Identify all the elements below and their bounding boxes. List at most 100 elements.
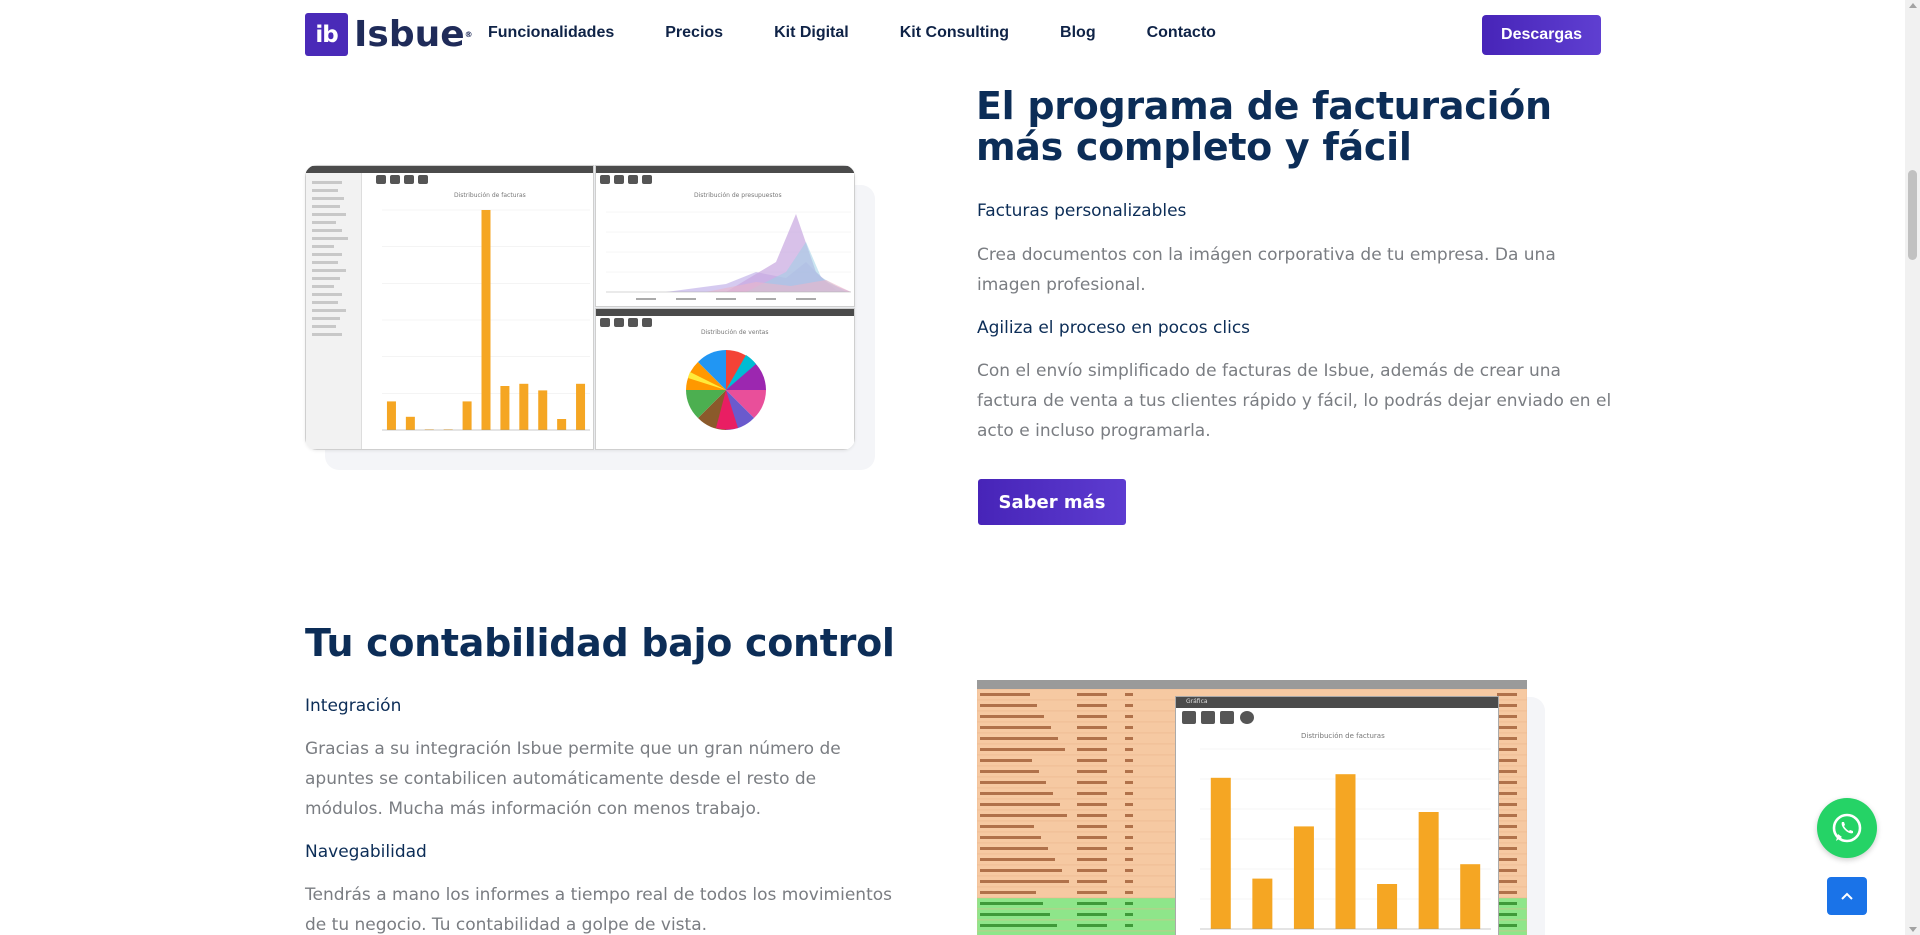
chart-bar (1210, 777, 1231, 929)
ledger-cell-text (1497, 748, 1517, 751)
scroll-thumb[interactable] (1908, 170, 1917, 260)
ledger-cell-text (1077, 814, 1107, 817)
ledger-cell-text (980, 902, 1043, 905)
ledger-cell-text (1125, 770, 1133, 773)
ledger-cell-text (1125, 803, 1133, 806)
ledger-cell-text (1497, 891, 1517, 894)
ledger-cell-text (980, 748, 1065, 751)
whatsapp-button[interactable] (1817, 798, 1877, 858)
ledger-cell-text (1497, 814, 1517, 817)
area-chart-title: Distribución de presupuestos (694, 192, 782, 199)
chart-bar (1293, 826, 1314, 929)
area-chart-window: Distribución de presupuestos (595, 165, 855, 307)
nav-link-precios[interactable]: Precios (665, 24, 723, 42)
arrow-up-icon (1841, 892, 1853, 900)
ledger-cell-text (980, 770, 1039, 773)
ledger-cell-text (1077, 726, 1107, 729)
ledger-cell-text (1077, 924, 1107, 927)
nav-link-kit-consulting[interactable]: Kit Consulting (900, 24, 1009, 42)
chart-bar (405, 416, 415, 430)
feature-navigability-text: Tendrás a mano los informes a tiempo rea… (305, 885, 892, 935)
area-chart (606, 211, 851, 300)
whatsapp-icon (1832, 813, 1862, 843)
ledger-cell-text (1497, 913, 1517, 916)
ledger-cell-text (1077, 770, 1107, 773)
ledger-cell-text (1497, 715, 1517, 718)
ledger-cell-text (980, 814, 1067, 817)
scroll-to-top-button[interactable] (1827, 877, 1867, 915)
feature-navigability-title: Navegabilidad (305, 842, 427, 862)
navbar: ib Isbue® Funcionalidades Precios Kit Di… (0, 0, 1905, 70)
chart-bar (1335, 774, 1356, 929)
ledger-cell-text (1077, 836, 1107, 839)
logo[interactable]: ib Isbue® (305, 13, 473, 56)
ledger-cell-text (1125, 748, 1133, 751)
ledger-cell-text (1125, 726, 1133, 729)
feature-custom-invoices-text: Crea documentos con la imágen corporativ… (977, 245, 1556, 295)
chart-bar (1377, 884, 1398, 929)
ledger-cell-text (1125, 693, 1133, 696)
accounting-screenshot: Gráfica Distribución de facturas (977, 680, 1527, 935)
feature-integration-text: Gracias a su integración Isbue permite q… (305, 739, 841, 819)
scroll-up-arrow[interactable] (1909, 3, 1917, 8)
ledger-cell-text (1497, 847, 1517, 850)
ledger-cell-text (1125, 913, 1133, 916)
ledger-cell-text (1125, 715, 1133, 718)
ledger-cell-text (980, 913, 1050, 916)
ledger-cell-text (1077, 759, 1107, 762)
nav-link-funcionalidades[interactable]: Funcionalidades (488, 24, 614, 42)
ledger-cell-text (1125, 847, 1133, 850)
ledger-cell-text (980, 704, 1037, 707)
chart-window: Gráfica Distribución de facturas (1175, 696, 1499, 935)
scroll-down-arrow[interactable] (1909, 927, 1917, 932)
ledger-cell-text (980, 825, 1034, 828)
nav-link-kit-digital[interactable]: Kit Digital (774, 24, 849, 42)
ledger-cell-text (1497, 693, 1517, 696)
page-scrollbar[interactable] (1905, 0, 1920, 935)
ledger-cell-text (1077, 913, 1107, 916)
ledger-cell-text (1125, 869, 1133, 872)
nav-link-blog[interactable]: Blog (1060, 24, 1096, 42)
ledger-cell-text (980, 880, 1069, 883)
nav-link-contacto[interactable]: Contacto (1147, 24, 1216, 42)
chart-bar (1252, 878, 1273, 929)
ledger-cell-text (1077, 825, 1107, 828)
pie-chart-window: Distribución de ventas (595, 308, 855, 450)
ledger-cell-text (1497, 759, 1517, 762)
ledger-cell-text (1077, 715, 1107, 718)
downloads-button[interactable]: Descargas (1482, 15, 1601, 55)
ledger-cell-text (1077, 847, 1107, 850)
feature-speed-title: Agiliza el proceso en pocos clics (977, 318, 1251, 338)
ledger-cell-text (980, 869, 1062, 872)
ledger-cell-text (980, 858, 1055, 861)
ledger-cell-text (1125, 704, 1133, 707)
feature-speed-text: Con el envío simplificado de facturas de… (977, 361, 1612, 441)
ledger-cell-text (1077, 902, 1107, 905)
ledger-cell-text (1077, 704, 1107, 707)
feature-integration-title: Integración (305, 696, 402, 716)
ledger-cell-text (1077, 781, 1107, 784)
learn-more-button[interactable]: Saber más (978, 479, 1126, 525)
ledger-cell-text (1125, 880, 1133, 883)
ledger-cell-text (980, 924, 1057, 927)
main-nav: Funcionalidades Precios Kit Digital Kit … (488, 24, 1267, 42)
chart-bar (462, 401, 472, 430)
ledger-cell-text (980, 693, 1030, 696)
ledger-cell-text (1497, 770, 1517, 773)
chart-bar (386, 401, 396, 430)
ledger-cell-text (1077, 803, 1107, 806)
ledger-cell-text (1125, 924, 1133, 927)
screenshot-sidebar (306, 173, 362, 449)
ledger-cell-text (1497, 737, 1517, 740)
ledger-cell-text (980, 715, 1044, 718)
chart-bar (519, 383, 529, 430)
bar-chart (382, 209, 590, 431)
ledger-cell-text (1125, 814, 1133, 817)
ledger-cell-text (1497, 924, 1517, 927)
ledger-cell-text (1077, 748, 1107, 751)
ledger-cell-text (1497, 836, 1517, 839)
bar-chart-title: Distribución de facturas (454, 192, 526, 199)
ledger-cell-text (1497, 704, 1517, 707)
ledger-cell-text (1125, 902, 1133, 905)
chart-bar (538, 390, 548, 430)
